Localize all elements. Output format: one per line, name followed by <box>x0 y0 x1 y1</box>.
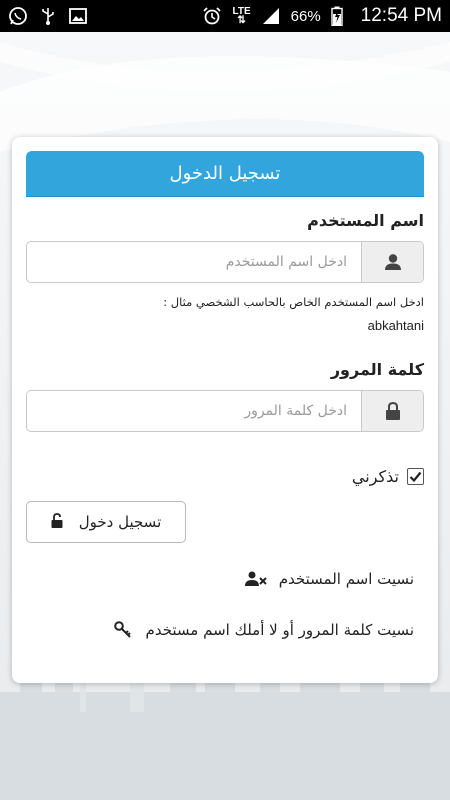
alarm-icon <box>202 6 222 26</box>
user-remove-icon <box>244 570 267 588</box>
clock: 12:54 PM <box>360 5 442 26</box>
username-input-group <box>26 241 424 283</box>
remember-label: تذكرني <box>351 467 399 486</box>
lte-label: LTE <box>232 6 251 17</box>
login-button[interactable]: تسجيل دخول <box>26 501 186 543</box>
whatsapp-icon <box>8 6 28 26</box>
password-input[interactable] <box>27 391 361 431</box>
login-button-label: تسجيل دخول <box>78 513 162 531</box>
key-icon <box>112 621 134 639</box>
username-example: abkahtani <box>367 318 424 333</box>
password-input-group <box>26 390 424 432</box>
username-input[interactable] <box>27 242 361 282</box>
checkmark-icon <box>409 471 422 483</box>
lock-icon <box>361 391 423 431</box>
username-hint: ادخل اسم المستخدم الخاص بالحاسب الشخصي م… <box>163 295 424 309</box>
lte-indicator: LTE ⇅ <box>232 6 251 26</box>
usb-icon <box>38 6 58 26</box>
battery-percent: 66% <box>290 7 321 25</box>
password-label: كلمة المرور <box>330 360 424 379</box>
user-icon <box>361 242 423 282</box>
username-label: اسم المستخدم <box>307 211 424 230</box>
forgot-password-label: نسيت كلمة المرور أو لا أملك اسم مستخدم <box>145 621 414 639</box>
status-bar: LTE ⇅ 66% 12:54 PM <box>0 0 450 32</box>
forgot-username-label: نسيت اسم المستخدم <box>278 570 414 588</box>
forgot-username-link[interactable]: نسيت اسم المستخدم <box>244 570 414 588</box>
login-header: تسجيل الدخول <box>26 151 424 197</box>
status-right: LTE ⇅ 66% 12:54 PM <box>202 5 442 27</box>
forgot-password-link[interactable]: نسيت كلمة المرور أو لا أملك اسم مستخدم <box>112 621 414 639</box>
login-card: تسجيل الدخول اسم المستخدم ادخل اسم المست… <box>12 137 438 683</box>
remember-me[interactable]: تذكرني <box>352 467 424 486</box>
image-icon <box>68 6 88 26</box>
battery-icon <box>330 6 351 27</box>
unlock-icon <box>51 512 63 532</box>
status-left <box>8 6 88 26</box>
signal-icon <box>261 6 281 26</box>
remember-checkbox[interactable] <box>407 468 424 485</box>
